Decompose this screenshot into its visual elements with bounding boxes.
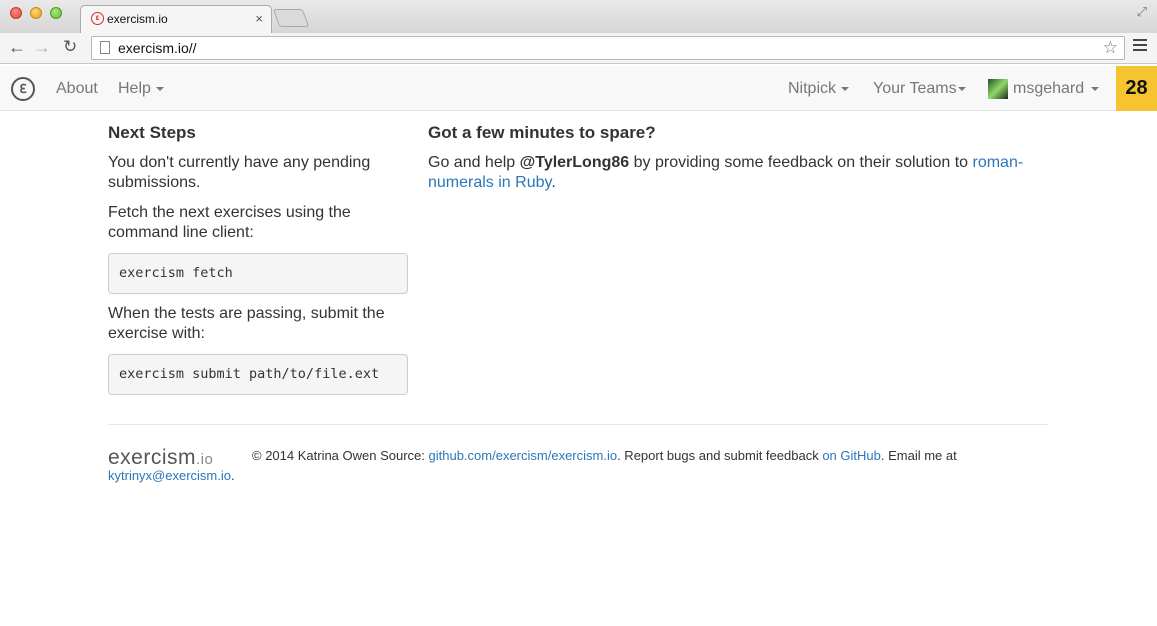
caret-down-icon bbox=[1091, 86, 1100, 91]
footer-text: © 2014 Katrina Owen Source: github.com/e… bbox=[252, 448, 1032, 463]
footer-logo: exercism.io bbox=[108, 446, 213, 470]
user-avatar[interactable] bbox=[988, 79, 1008, 99]
nav-nitpick-label: Nitpick bbox=[788, 80, 837, 97]
browser-titlebar: ε exercism.io × ⤢ bbox=[0, 0, 1157, 33]
spare-text-middle: by providing some feedback on their solu… bbox=[629, 154, 973, 171]
caret-down-icon bbox=[841, 86, 850, 91]
site-navbar: ℇ About Help Nitpick Your Teams msgehard… bbox=[0, 66, 1157, 111]
submit-command-code: exercism submit path/to/file.ext bbox=[108, 354, 408, 395]
footer-source-link[interactable]: github.com/exercism/exercism.io bbox=[429, 448, 618, 463]
spare-username: @TylerLong86 bbox=[519, 154, 630, 171]
footer-email-link[interactable]: kytrinyx@exercism.io bbox=[108, 468, 231, 483]
nav-your-teams-dropdown[interactable]: Your Teams bbox=[873, 80, 966, 98]
page-icon bbox=[100, 41, 110, 54]
footer-divider bbox=[108, 424, 1048, 425]
browser-toolbar: ← → ↻ exercism.io// ☆ bbox=[0, 33, 1157, 64]
nav-username-label: msgehard bbox=[1013, 80, 1085, 97]
footer-copyright: © 2014 Katrina Owen Source: bbox=[252, 448, 429, 463]
bookmark-star-icon[interactable]: ☆ bbox=[1103, 38, 1118, 58]
fullscreen-icon[interactable]: ⤢ bbox=[1137, 4, 1147, 20]
spare-text-before: Go and help bbox=[428, 154, 520, 171]
footer-github-link[interactable]: on GitHub bbox=[822, 448, 881, 463]
nav-nitpick-dropdown[interactable]: Nitpick bbox=[788, 80, 850, 98]
fetch-command-code: exercism fetch bbox=[108, 253, 408, 294]
window-minimize-button[interactable] bbox=[30, 7, 42, 19]
exercism-favicon-icon: ε bbox=[91, 12, 104, 25]
back-arrow-icon[interactable]: ← bbox=[8, 37, 26, 57]
caret-down-icon bbox=[957, 86, 966, 91]
nav-about-link[interactable]: About bbox=[56, 80, 98, 98]
exercism-logo-icon[interactable]: ℇ bbox=[11, 77, 35, 101]
url-text[interactable]: exercism.io// bbox=[118, 40, 197, 56]
footer-logo-io: .io bbox=[196, 451, 214, 468]
window-maximize-button[interactable] bbox=[50, 7, 62, 19]
browser-tab[interactable]: ε exercism.io × bbox=[80, 5, 272, 33]
spare-minutes-text: Go and help @TylerLong86 by providing so… bbox=[428, 153, 1028, 193]
spare-minutes-section: Got a few minutes to spare? Go and help … bbox=[428, 123, 1028, 193]
browser-menu-icon[interactable] bbox=[1133, 39, 1147, 54]
nav-user-dropdown[interactable]: msgehard bbox=[1013, 80, 1100, 98]
forward-arrow-icon[interactable]: → bbox=[33, 37, 51, 57]
next-steps-section: Next Steps You don't currently have any … bbox=[108, 123, 408, 395]
tab-close-icon[interactable]: × bbox=[255, 11, 263, 26]
new-tab-button[interactable] bbox=[272, 9, 310, 27]
footer-email-text: . Email me at bbox=[880, 448, 957, 463]
fetch-intro-text: Fetch the next exercises using the comma… bbox=[108, 204, 351, 241]
nav-help-dropdown[interactable]: Help bbox=[118, 80, 164, 98]
next-steps-heading: Next Steps bbox=[108, 123, 196, 142]
tab-title: exercism.io bbox=[107, 12, 168, 26]
window-close-button[interactable] bbox=[10, 7, 22, 19]
address-bar[interactable]: exercism.io// ☆ bbox=[91, 36, 1125, 60]
reload-icon[interactable]: ↻ bbox=[63, 37, 77, 57]
spare-text-after: . bbox=[551, 174, 556, 191]
footer-email-period: . bbox=[231, 468, 235, 483]
footer-report-text: . Report bugs and submit feedback bbox=[617, 448, 823, 463]
nav-help-label: Help bbox=[118, 80, 151, 97]
notification-count-badge[interactable]: 28 bbox=[1116, 66, 1157, 111]
pending-text: You don't currently have any pending sub… bbox=[108, 154, 371, 191]
submit-intro-text: When the tests are passing, submit the e… bbox=[108, 305, 385, 342]
footer-email-line: kytrinyx@exercism.io. bbox=[108, 468, 235, 483]
footer-logo-main: exercism bbox=[108, 446, 197, 469]
spare-minutes-heading: Got a few minutes to spare? bbox=[428, 123, 656, 142]
caret-down-icon bbox=[155, 86, 164, 91]
nav-your-teams-label: Your Teams bbox=[873, 80, 957, 97]
